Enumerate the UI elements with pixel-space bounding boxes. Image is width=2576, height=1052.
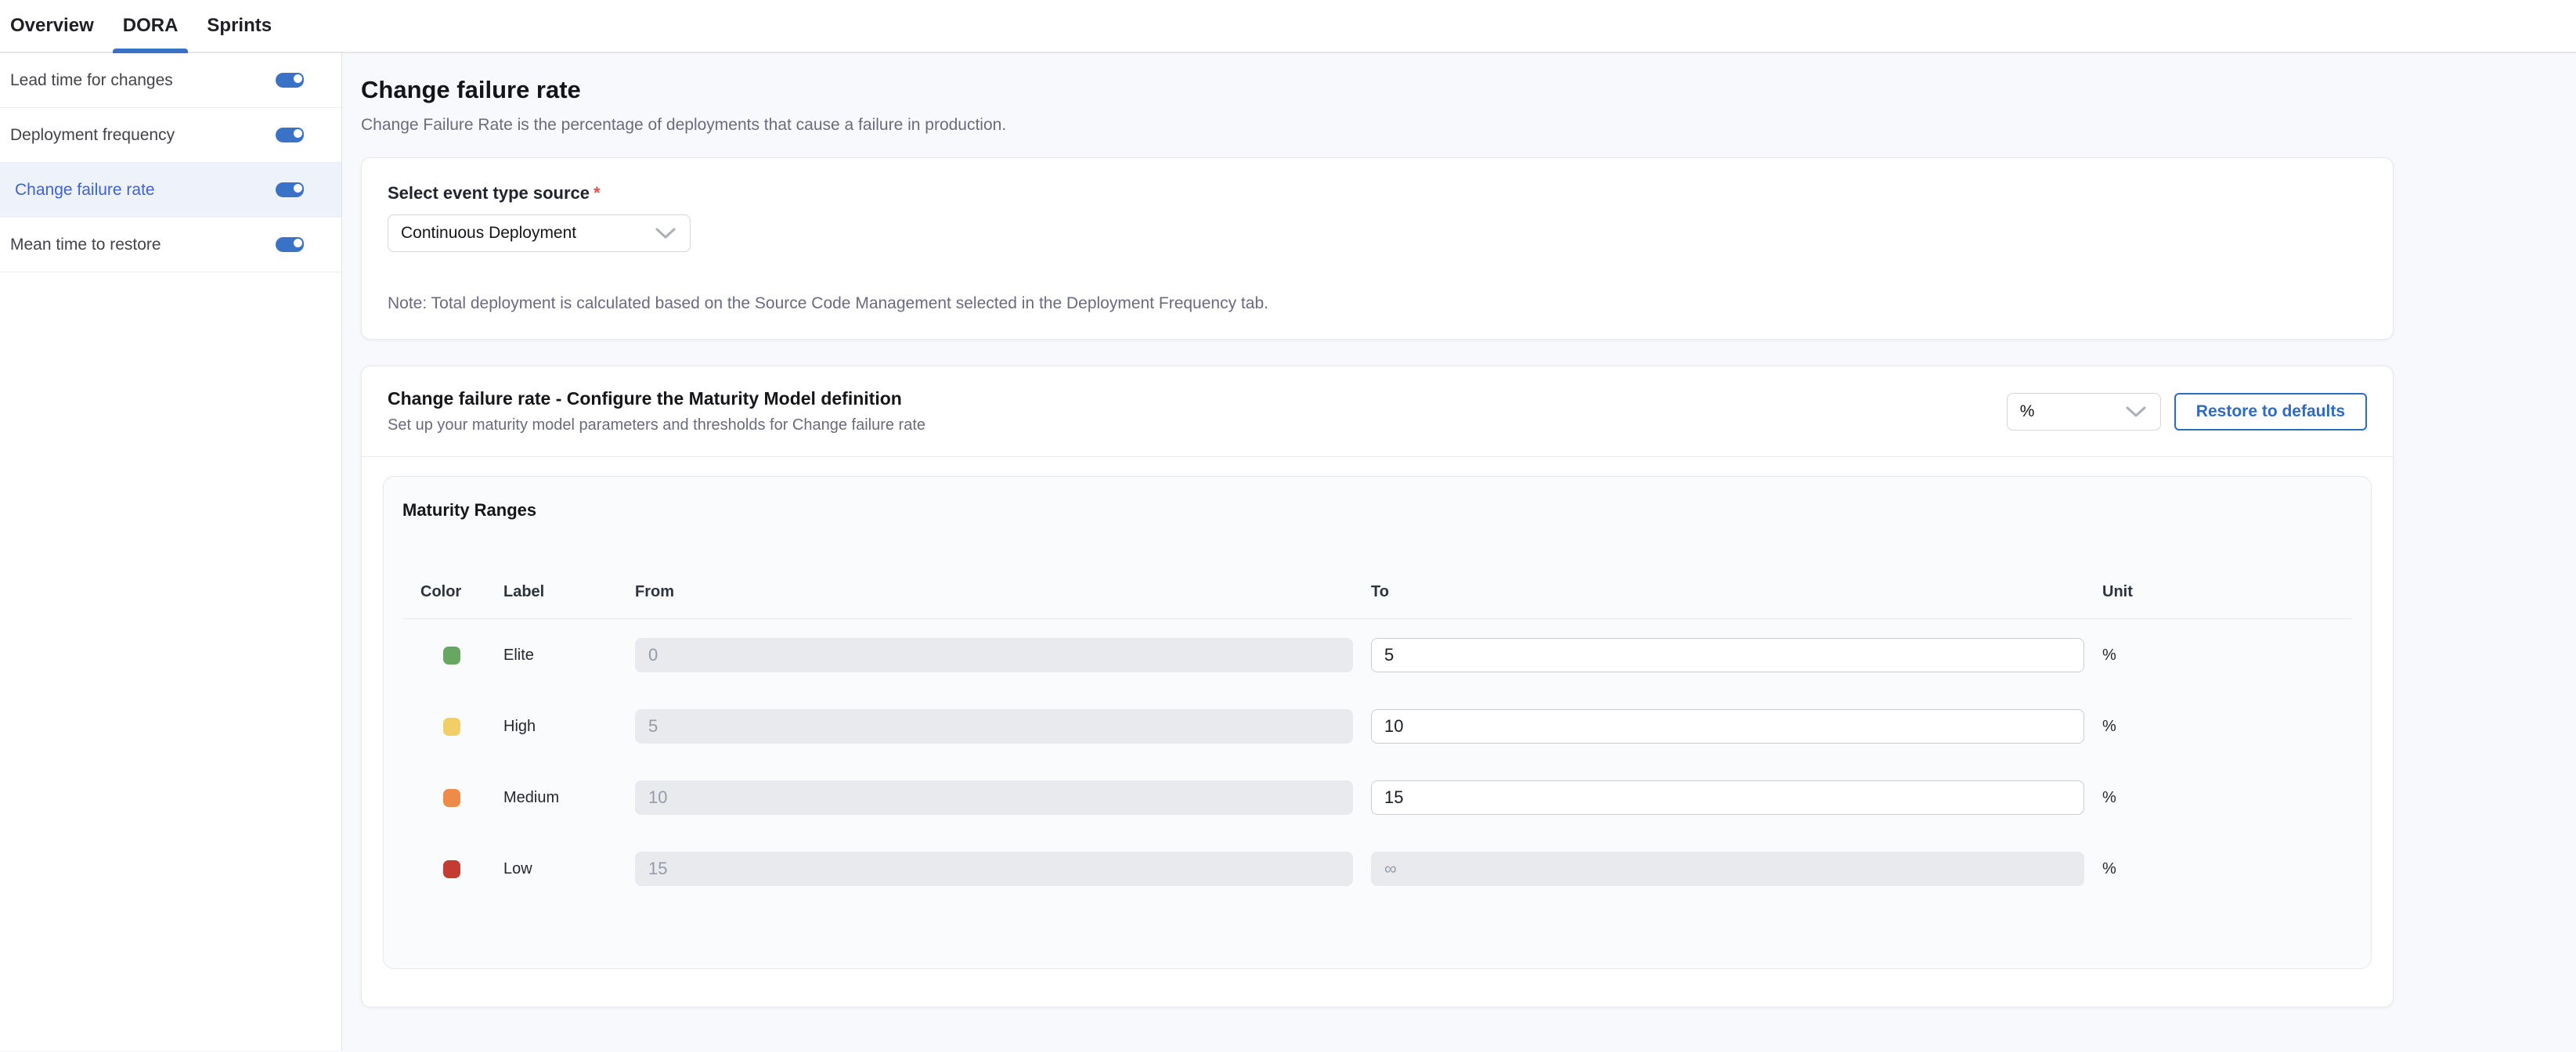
elite-color-swatch — [443, 647, 460, 665]
table-header-row: Color Label From To Unit — [402, 583, 2352, 601]
range-label: Medium — [503, 789, 635, 807]
maturity-ranges-table: Color Label From To Unit Elite — [402, 583, 2352, 886]
high-from-input — [635, 709, 1353, 744]
deployment-frequency-toggle[interactable] — [276, 128, 304, 142]
color-cell — [402, 789, 503, 807]
range-label: Low — [503, 860, 635, 878]
low-from-input — [635, 852, 1353, 886]
to-cell — [1371, 709, 2102, 744]
lead-time-toggle[interactable] — [276, 73, 304, 88]
sidebar-item-label: Mean time to restore — [10, 236, 161, 254]
mean-time-to-restore-toggle[interactable] — [276, 237, 304, 252]
metrics-sidebar: Lead time for changes Deployment frequen… — [0, 53, 342, 1050]
maturity-card-body: Maturity Ranges Color Label From To Unit — [362, 457, 2393, 1007]
maturity-ranges-title: Maturity Ranges — [402, 500, 2352, 521]
unit-selected-value: % — [2020, 402, 2035, 421]
maturity-card-title: Change failure rate - Configure the Matu… — [388, 388, 925, 409]
from-cell — [635, 638, 1371, 672]
table-header-divider — [402, 618, 2352, 619]
toggle-knob — [292, 182, 304, 194]
medium-from-input — [635, 780, 1353, 815]
sidebar-item-mean-time-to-restore[interactable]: Mean time to restore — [0, 218, 341, 272]
toggle-knob — [292, 73, 304, 85]
sidebar-item-label: Lead time for changes — [10, 71, 173, 90]
color-cell — [402, 647, 503, 665]
unit-cell: % — [2102, 718, 2352, 736]
from-cell — [635, 852, 1371, 886]
tab-sprints-label: Sprints — [207, 15, 272, 37]
medium-to-input[interactable] — [1371, 780, 2084, 815]
color-cell — [402, 718, 503, 736]
maturity-card-header-text: Change failure rate - Configure the Matu… — [388, 388, 925, 434]
sidebar-item-lead-time-for-changes[interactable]: Lead time for changes — [0, 53, 341, 108]
low-to-input — [1371, 852, 2084, 886]
range-label: High — [503, 718, 635, 736]
unit-select[interactable]: % — [2007, 393, 2161, 431]
elite-to-input[interactable] — [1371, 638, 2084, 672]
unit-cell: % — [2102, 647, 2352, 665]
page-description: Change Failure Rate is the percentage of… — [361, 116, 2394, 135]
tab-dora[interactable]: DORA — [113, 0, 189, 52]
page-title: Change failure rate — [361, 74, 2394, 106]
sidebar-item-deployment-frequency[interactable]: Deployment frequency — [0, 108, 341, 163]
tab-overview-label: Overview — [10, 15, 94, 37]
sidebar-item-label: Deployment frequency — [10, 126, 175, 145]
deployment-note: Note: Total deployment is calculated bas… — [388, 293, 2367, 315]
tab-dora-label: DORA — [123, 15, 179, 37]
column-header-label: Label — [503, 583, 635, 601]
table-row-low: Low % — [402, 852, 2352, 886]
maturity-model-card: Change failure rate - Configure the Matu… — [361, 366, 2394, 1007]
to-cell — [1371, 638, 2102, 672]
top-tab-bar: Overview DORA Sprints — [0, 0, 2576, 53]
required-asterisk: * — [593, 183, 601, 203]
from-cell — [635, 709, 1371, 744]
tab-overview[interactable]: Overview — [0, 0, 104, 52]
column-header-color: Color — [402, 583, 503, 601]
tab-sprints[interactable]: Sprints — [197, 0, 282, 52]
toggle-knob — [292, 128, 304, 139]
sidebar-item-label: Change failure rate — [15, 181, 155, 200]
restore-to-defaults-button[interactable]: Restore to defaults — [2174, 393, 2367, 431]
unit-cell: % — [2102, 789, 2352, 807]
color-cell — [402, 860, 503, 878]
medium-color-swatch — [443, 789, 460, 807]
elite-from-input — [635, 638, 1353, 672]
column-header-from: From — [635, 583, 1371, 601]
maturity-card-controls: % Restore to defaults — [2007, 393, 2367, 431]
column-header-unit: Unit — [2102, 583, 2352, 601]
column-header-to: To — [1371, 583, 2102, 601]
table-row-high: High % — [402, 709, 2352, 744]
to-cell — [1371, 780, 2102, 815]
table-row-medium: Medium % — [402, 780, 2352, 815]
unit-cell: % — [2102, 860, 2352, 878]
to-cell — [1371, 852, 2102, 886]
sidebar-item-change-failure-rate[interactable]: Change failure rate — [0, 163, 341, 218]
table-row-elite: Elite % — [402, 638, 2352, 672]
range-label: Elite — [503, 647, 635, 665]
event-source-selected-value: Continuous Deployment — [401, 224, 576, 243]
maturity-ranges-panel: Maturity Ranges Color Label From To Unit — [383, 476, 2372, 969]
chevron-down-icon — [2124, 405, 2148, 419]
content-layout: Lead time for changes Deployment frequen… — [0, 53, 2576, 1050]
toggle-knob — [292, 237, 304, 249]
from-cell — [635, 780, 1371, 815]
low-color-swatch — [443, 860, 460, 878]
active-tab-underline — [113, 49, 189, 53]
high-to-input[interactable] — [1371, 709, 2084, 744]
main-content: Change failure rate Change Failure Rate … — [342, 53, 2576, 1050]
change-failure-rate-toggle[interactable] — [276, 182, 304, 197]
high-color-swatch — [443, 718, 460, 736]
chevron-down-icon — [654, 226, 677, 240]
event-source-select[interactable]: Continuous Deployment — [388, 214, 691, 252]
maturity-card-header: Change failure rate - Configure the Matu… — [362, 366, 2393, 456]
maturity-card-subtitle: Set up your maturity model parameters an… — [388, 416, 925, 434]
event-source-label: Select event type source* — [388, 182, 2367, 204]
event-source-card: Select event type source* Continuous Dep… — [361, 157, 2394, 340]
